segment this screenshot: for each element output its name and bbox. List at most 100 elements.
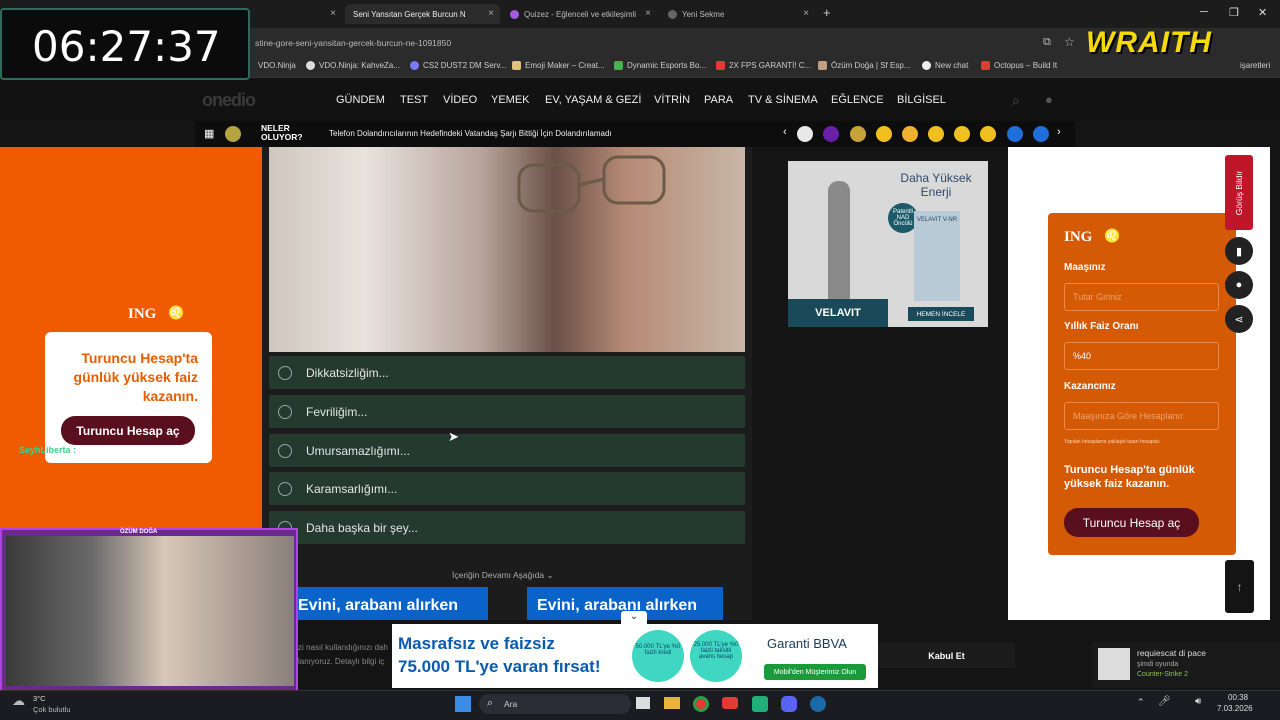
- all-bookmarks[interactable]: işaretleri: [1240, 61, 1270, 70]
- scroll-top-icon[interactable]: ↑: [1225, 560, 1254, 613]
- chrome-icon[interactable]: [693, 696, 709, 712]
- steam-icon[interactable]: [810, 696, 826, 712]
- emoji-icon[interactable]: [954, 126, 970, 142]
- nav-item[interactable]: VİTRİN: [654, 94, 690, 106]
- nav-item[interactable]: TV & SİNEMA: [748, 94, 818, 106]
- close-icon[interactable]: ×: [488, 8, 494, 19]
- tab-new[interactable]: Yeni Sekme ×: [660, 4, 815, 24]
- url-text[interactable]: stine-gore-seni-yansitan-gercek-burcun-n…: [255, 38, 451, 48]
- emoji-icon[interactable]: [928, 126, 944, 142]
- answer-option[interactable]: Dikkatsizliğim...: [269, 356, 745, 389]
- nav-item[interactable]: BİLGİSEL: [897, 94, 946, 106]
- star-icon[interactable]: ☆: [1064, 35, 1075, 49]
- tab-active[interactable]: Seni Yansıtan Gerçek Burcun N ×: [345, 4, 500, 24]
- next-icon[interactable]: ›: [1057, 126, 1061, 138]
- earnings-output: Maaşınıza Göre Hesaplanır: [1064, 402, 1219, 430]
- nav-item[interactable]: VİDEO: [443, 94, 477, 106]
- prev-icon[interactable]: ‹: [783, 126, 787, 138]
- discord-icon[interactable]: [781, 696, 797, 712]
- volume-icon[interactable]: 🔊︎: [1195, 696, 1201, 707]
- collapse-icon[interactable]: ⌄: [621, 611, 647, 625]
- tray-chevron-icon[interactable]: ⌃: [1137, 697, 1145, 708]
- answer-option[interactable]: Karamsarlığımı...: [269, 472, 745, 505]
- answer-option[interactable]: Daha başka bir şey...: [269, 511, 745, 544]
- bookmark[interactable]: Dynamic Esports Bo...: [614, 61, 706, 70]
- search-icon: ⌕: [487, 697, 494, 709]
- feedback-tab[interactable]: Görüş Bildir: [1225, 155, 1253, 230]
- nav-item[interactable]: PARA: [704, 94, 733, 106]
- clock-time[interactable]: 00:38: [1228, 693, 1248, 702]
- garanti-banner[interactable]: Masrafsız ve faizsiz 75.000 TL'ye varan …: [392, 624, 878, 688]
- bookmark[interactable]: Emoji Maker – Creat...: [512, 61, 605, 70]
- continue-below[interactable]: İçeriğin Devamı Aşağıda ⌄: [452, 570, 554, 581]
- steam-notification[interactable]: requiescat di pace şimdi oyunda Counter-…: [1092, 642, 1280, 688]
- comment-icon[interactable]: ●: [1225, 271, 1253, 299]
- emoji-icon[interactable]: [902, 126, 918, 142]
- new-tab-button[interactable]: +: [823, 5, 831, 20]
- minimize-icon[interactable]: ─: [1200, 6, 1208, 18]
- weather-icon[interactable]: ☁: [12, 693, 25, 709]
- close-icon[interactable]: ×: [645, 8, 651, 19]
- tab-1[interactable]: ×: [250, 4, 342, 24]
- accept-cookies-button[interactable]: Kabul Et: [878, 643, 1015, 668]
- bookmark[interactable]: VDO.Ninja: KahveZa...: [306, 61, 400, 70]
- story-icon[interactable]: [1007, 126, 1023, 142]
- salary-input[interactable]: Tutar Giriniz: [1064, 283, 1219, 311]
- answer-option[interactable]: Fevriliğim...: [269, 395, 745, 428]
- story-icon[interactable]: [850, 126, 866, 142]
- maximize-icon[interactable]: ❐: [1229, 6, 1239, 19]
- ticker-text[interactable]: Telefon Dolandırıcılarının Hedefindeki V…: [329, 129, 612, 138]
- bookmark[interactable]: 2X FPS GARANTİ! C...: [716, 61, 811, 70]
- share-icon[interactable]: ⋖: [1225, 305, 1253, 333]
- youtube-icon[interactable]: [722, 697, 738, 709]
- mic-icon[interactable]: 🎤︎: [1158, 696, 1171, 707]
- open-account-button[interactable]: Turuncu Hesap aç: [1064, 508, 1199, 537]
- nav-item[interactable]: EV, YAŞAM & GEZİ: [545, 94, 641, 106]
- bookmark-icon[interactable]: ▮: [1225, 237, 1253, 265]
- rate-input[interactable]: %40: [1064, 342, 1219, 370]
- open-account-button[interactable]: Turuncu Hesap aç: [61, 416, 195, 445]
- small-ad[interactable]: Evini, arabanı alırken: [292, 587, 488, 620]
- bookmark-label: işaretleri: [1240, 61, 1271, 70]
- rate-label: Yıllık Faiz Oranı: [1064, 321, 1139, 332]
- close-icon[interactable]: ×: [330, 8, 336, 19]
- grid-icon[interactable]: ▦: [204, 127, 214, 140]
- bookmark-label: Octopus – Build It: [994, 61, 1058, 70]
- streamer-name: ÖZÜM DOĞA: [120, 529, 158, 535]
- close-icon[interactable]: ×: [803, 8, 809, 19]
- task-view-icon[interactable]: [636, 697, 650, 709]
- nav-item[interactable]: TEST: [400, 94, 428, 106]
- bookmark[interactable]: VDO.Ninja: [258, 61, 296, 70]
- close-window-icon[interactable]: ✕: [1258, 6, 1267, 19]
- bookmark[interactable]: CS2 DUST2 DM Serv...: [410, 61, 506, 70]
- search-icon[interactable]: ⌕: [1012, 92, 1020, 109]
- windows-icon[interactable]: [455, 696, 471, 712]
- install-icon[interactable]: ⧉: [1043, 36, 1051, 49]
- velavit-ad[interactable]: Daha Yüksek Enerji Patentli NAD Öncülü V…: [788, 161, 988, 327]
- weather-desc: Çok bulutlu: [33, 705, 71, 714]
- bank-cta[interactable]: Mobil'den Müşterimiz Olun: [764, 664, 866, 680]
- emoji-icon[interactable]: [980, 126, 996, 142]
- app-icon[interactable]: [752, 696, 768, 712]
- site-logo[interactable]: onedio: [202, 90, 256, 111]
- folder-icon[interactable]: [664, 697, 680, 709]
- search-box[interactable]: ⌕ Ara: [479, 694, 631, 714]
- story-icon[interactable]: [797, 126, 813, 142]
- emoji-icon[interactable]: [876, 126, 892, 142]
- answer-option[interactable]: Umursamazlığımı...: [269, 434, 745, 467]
- chat-user: SeyhLiberta :: [19, 445, 77, 455]
- bookmark[interactable]: Octopus – Build It: [981, 61, 1057, 70]
- story-icon[interactable]: [823, 126, 839, 142]
- nav-item[interactable]: YEMEK: [491, 94, 530, 106]
- user-icon[interactable]: ●: [1045, 92, 1053, 107]
- bookmark[interactable]: New chat: [922, 61, 968, 70]
- bookmark-label: Emoji Maker – Creat...: [525, 61, 605, 70]
- search-placeholder: Ara: [504, 699, 518, 709]
- clock-date[interactable]: 7.03.2026: [1217, 704, 1253, 713]
- ad-cta[interactable]: HEMEN İNCELE: [908, 307, 974, 321]
- nav-item[interactable]: GÜNDEM: [336, 94, 385, 106]
- bookmark[interactable]: Özüm Doğa | Sf Esp...: [818, 61, 910, 70]
- tab-quizez[interactable]: Quizez - Eğlenceli ve etkileşimli ×: [502, 4, 657, 24]
- nav-item[interactable]: EĞLENCE: [831, 94, 884, 106]
- story-icon[interactable]: [1033, 126, 1049, 142]
